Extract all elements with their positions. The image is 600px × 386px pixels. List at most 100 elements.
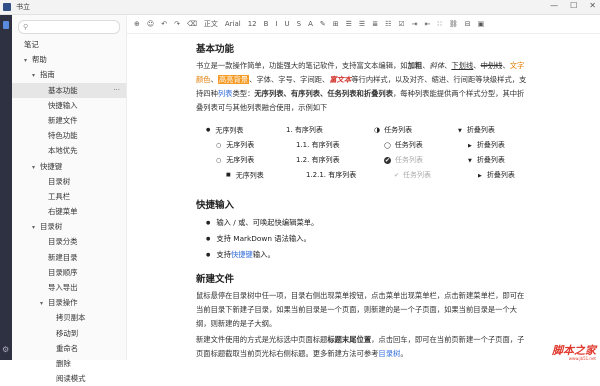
title-bar: 书立 — ☐ ✕ (0, 0, 600, 15)
maximize-button[interactable]: ☐ (570, 1, 577, 10)
quick-input-list: 输入 / 或、可唤起快编辑菜单。 支持 MarkDown 语法输入。 支持快捷键… (196, 215, 531, 263)
tree-item[interactable]: ▾ 目录操作 (12, 295, 126, 310)
tree-item[interactable]: 快捷输入 (12, 98, 126, 113)
tree-item[interactable]: 移动到 (12, 326, 126, 341)
directory-tree-link[interactable]: 目录树 (378, 349, 400, 358)
toolbar-button[interactable]: ⊞ (333, 20, 339, 28)
toolbar-button[interactable]: ⇤ (425, 20, 431, 28)
tree-item[interactable]: ▾ 帮助 (12, 52, 126, 67)
toolbar-button[interactable]: I (275, 20, 277, 28)
toolbar-button[interactable]: 正文 (204, 19, 218, 29)
tree-item[interactable]: 右键菜单 (12, 204, 126, 219)
minimize-button[interactable]: — (550, 1, 558, 10)
editor-toolbar: ⊕ ☺ ↶ ↷ ⌫ 正文 Arial 12 B I U S A ✎ ⊞ ☰ ☰ ≣ ☷ ☑ ⇥ ⇤ ∷ ⛓ ⊟ ▣ (127, 15, 600, 34)
search-input[interactable]: ⚲ (18, 20, 120, 34)
activity-bar: ⚙ (0, 15, 12, 360)
heading-quick-input: 快捷输入 (196, 200, 235, 211)
editor-area: ⊕ ☺ ↶ ↷ ⌫ 正文 Arial 12 B I U S A ✎ ⊞ ☰ ☰ ≣ ☷ ☑ ⇥ ⇤ ∷ ⛓ ⊟ ▣ 基本功能 书立… (127, 15, 600, 360)
tree-item-label: 重命名 (56, 343, 79, 353)
tree-item[interactable]: 目录树 (12, 174, 126, 189)
toolbar-button[interactable]: ↶ (161, 20, 167, 28)
heading-basic: 基本功能 (196, 44, 235, 55)
heading-new-file: 新建文件 (196, 274, 235, 285)
shortcut-link[interactable]: 快捷键 (231, 250, 253, 259)
tree-item[interactable]: ▾ 快捷键 (12, 159, 126, 174)
more-icon[interactable]: ··· (113, 83, 120, 98)
toolbar-button[interactable]: ⌫ (187, 20, 197, 28)
tree-item-label: 目录树 (40, 222, 63, 232)
tree-item-label: 快捷键 (40, 161, 63, 171)
tree-item[interactable]: 阅读模式 (12, 371, 126, 386)
chevron-down-icon[interactable]: ▾ (40, 296, 48, 311)
toolbar-button[interactable]: ▣ (478, 20, 485, 28)
notes-icon[interactable] (3, 21, 9, 29)
tree-item-label: 导入导出 (48, 283, 78, 292)
toolbar-button[interactable]: ☷ (385, 20, 391, 28)
chevron-down-icon[interactable]: ▾ (32, 68, 40, 83)
search-icon: ⚲ (23, 23, 29, 31)
paragraph-new-file-2: 新建文件使用的方式是光标选中页面标题标题末尾位置，点击回车，即可在当前页新建一个… (196, 335, 525, 358)
toolbar-button[interactable]: A (308, 20, 313, 28)
toolbar-button[interactable]: ↷ (174, 20, 180, 28)
toolbar-button[interactable]: ≣ (372, 20, 378, 28)
tree-item-label: 移动到 (56, 328, 79, 338)
close-button[interactable]: ✕ (589, 1, 596, 10)
toolbar-button[interactable]: 12 (248, 20, 257, 28)
app-logo-icon (3, 3, 11, 11)
tree-item-label: 工具栏 (48, 191, 71, 201)
fold-list: 折叠列表 折叠列表 折叠列表 折叠列表 (458, 123, 515, 183)
toolbar-button[interactable]: ⊕ (134, 20, 140, 28)
paragraph-new-file-1: 鼠标悬停在目录树中任一项，目录右侧出现菜单按钮，点击菜单出现菜单栏，点击新建菜单… (196, 291, 525, 328)
tree-item[interactable]: 新建目录 (12, 250, 126, 265)
toolbar-button[interactable]: U (285, 20, 290, 28)
list-examples: 无序列表 无序列表 无序列表 无序列表 1. 有序列表 1.1. 有序列表 1.… (196, 123, 531, 183)
toolbar-button[interactable]: Arial (225, 20, 241, 28)
tree-item-label: 删除 (56, 358, 71, 368)
tree-item[interactable]: 本地优先 (12, 143, 126, 158)
settings-icon[interactable]: ⚙ (2, 345, 9, 354)
tree-item[interactable]: 重命名 (12, 341, 126, 356)
toolbar-button[interactable]: ☺ (147, 20, 154, 28)
chevron-down-icon[interactable]: ▾ (24, 53, 32, 68)
tree-item[interactable]: ▾ 指南 (12, 67, 126, 82)
tree-item[interactable]: 新建文件 (12, 113, 126, 128)
paragraph-basic: 书立是一款操作简单，功能强大的笔记软件，支持富文本编辑，如加粗、斜体、下划线、中… (196, 61, 527, 112)
directory-tree: 笔记 ▾ 帮助 ▾ 指南 基本功能 ··· 快捷输入 新建文件 特色功能 本地优先 ▾ 快捷键 目录树 工具… (12, 37, 126, 386)
toolbar-button[interactable]: ⊟ (465, 20, 471, 28)
chevron-down-icon[interactable]: ▾ (32, 160, 40, 175)
list-link[interactable]: 列表 (218, 89, 233, 98)
toolbar-button[interactable]: ☰ (346, 20, 352, 28)
window-controls: — ☐ ✕ (550, 1, 596, 10)
tree-item[interactable]: 特色功能 (12, 128, 126, 143)
tree-item-label: 帮助 (32, 55, 47, 65)
tree-item[interactable]: 工具栏 (12, 189, 126, 204)
tree-item[interactable]: 基本功能 ··· (12, 82, 126, 98)
tree-item[interactable]: 拷贝副本 (12, 310, 126, 325)
tree-item-label: 阅读模式 (56, 374, 86, 384)
toolbar-button[interactable]: ⇥ (412, 20, 418, 28)
chevron-down-icon[interactable]: ▾ (32, 220, 40, 235)
tree-item-label: 拷贝副本 (56, 313, 86, 323)
toolbar-button[interactable]: S (297, 20, 301, 28)
tree-item-label: 笔记 (24, 40, 39, 49)
toolbar-button[interactable]: B (264, 20, 269, 28)
ordered-list: 1. 有序列表 1.1. 有序列表 1.2. 有序列表 1.2.1. 有序列表 (286, 126, 357, 179)
toolbar-button[interactable]: ☑ (398, 20, 404, 28)
task-list: 任务列表 任务列表 任务列表 任务列表 (374, 123, 431, 183)
tree-item-label: 右键菜单 (48, 207, 78, 217)
tree-item[interactable]: 删除 (12, 356, 126, 371)
toolbar-button[interactable]: ☰ (359, 20, 365, 28)
tree-item[interactable]: ▾ 目录树 (12, 219, 126, 234)
tree-item[interactable]: 导入导出 (12, 280, 126, 295)
tree-item[interactable]: 目录顺序 (12, 265, 126, 280)
window-title: 书立 (16, 3, 30, 11)
tree-item[interactable]: 笔记 (12, 37, 126, 52)
tree-item[interactable]: 目录分类 (12, 234, 126, 249)
tree-item-label: 快捷输入 (48, 100, 78, 110)
toolbar-button[interactable]: ⛓ (449, 20, 458, 28)
tree-item-label: 新建文件 (48, 115, 78, 125)
toolbar-button[interactable]: ✎ (320, 20, 326, 28)
toolbar-button[interactable]: ∷ (437, 20, 441, 28)
tree-item-label: 目录分类 (48, 237, 78, 247)
document[interactable]: 基本功能 书立是一款操作简单，功能强大的笔记软件，支持富文本编辑，如加粗、斜体、… (196, 37, 531, 361)
